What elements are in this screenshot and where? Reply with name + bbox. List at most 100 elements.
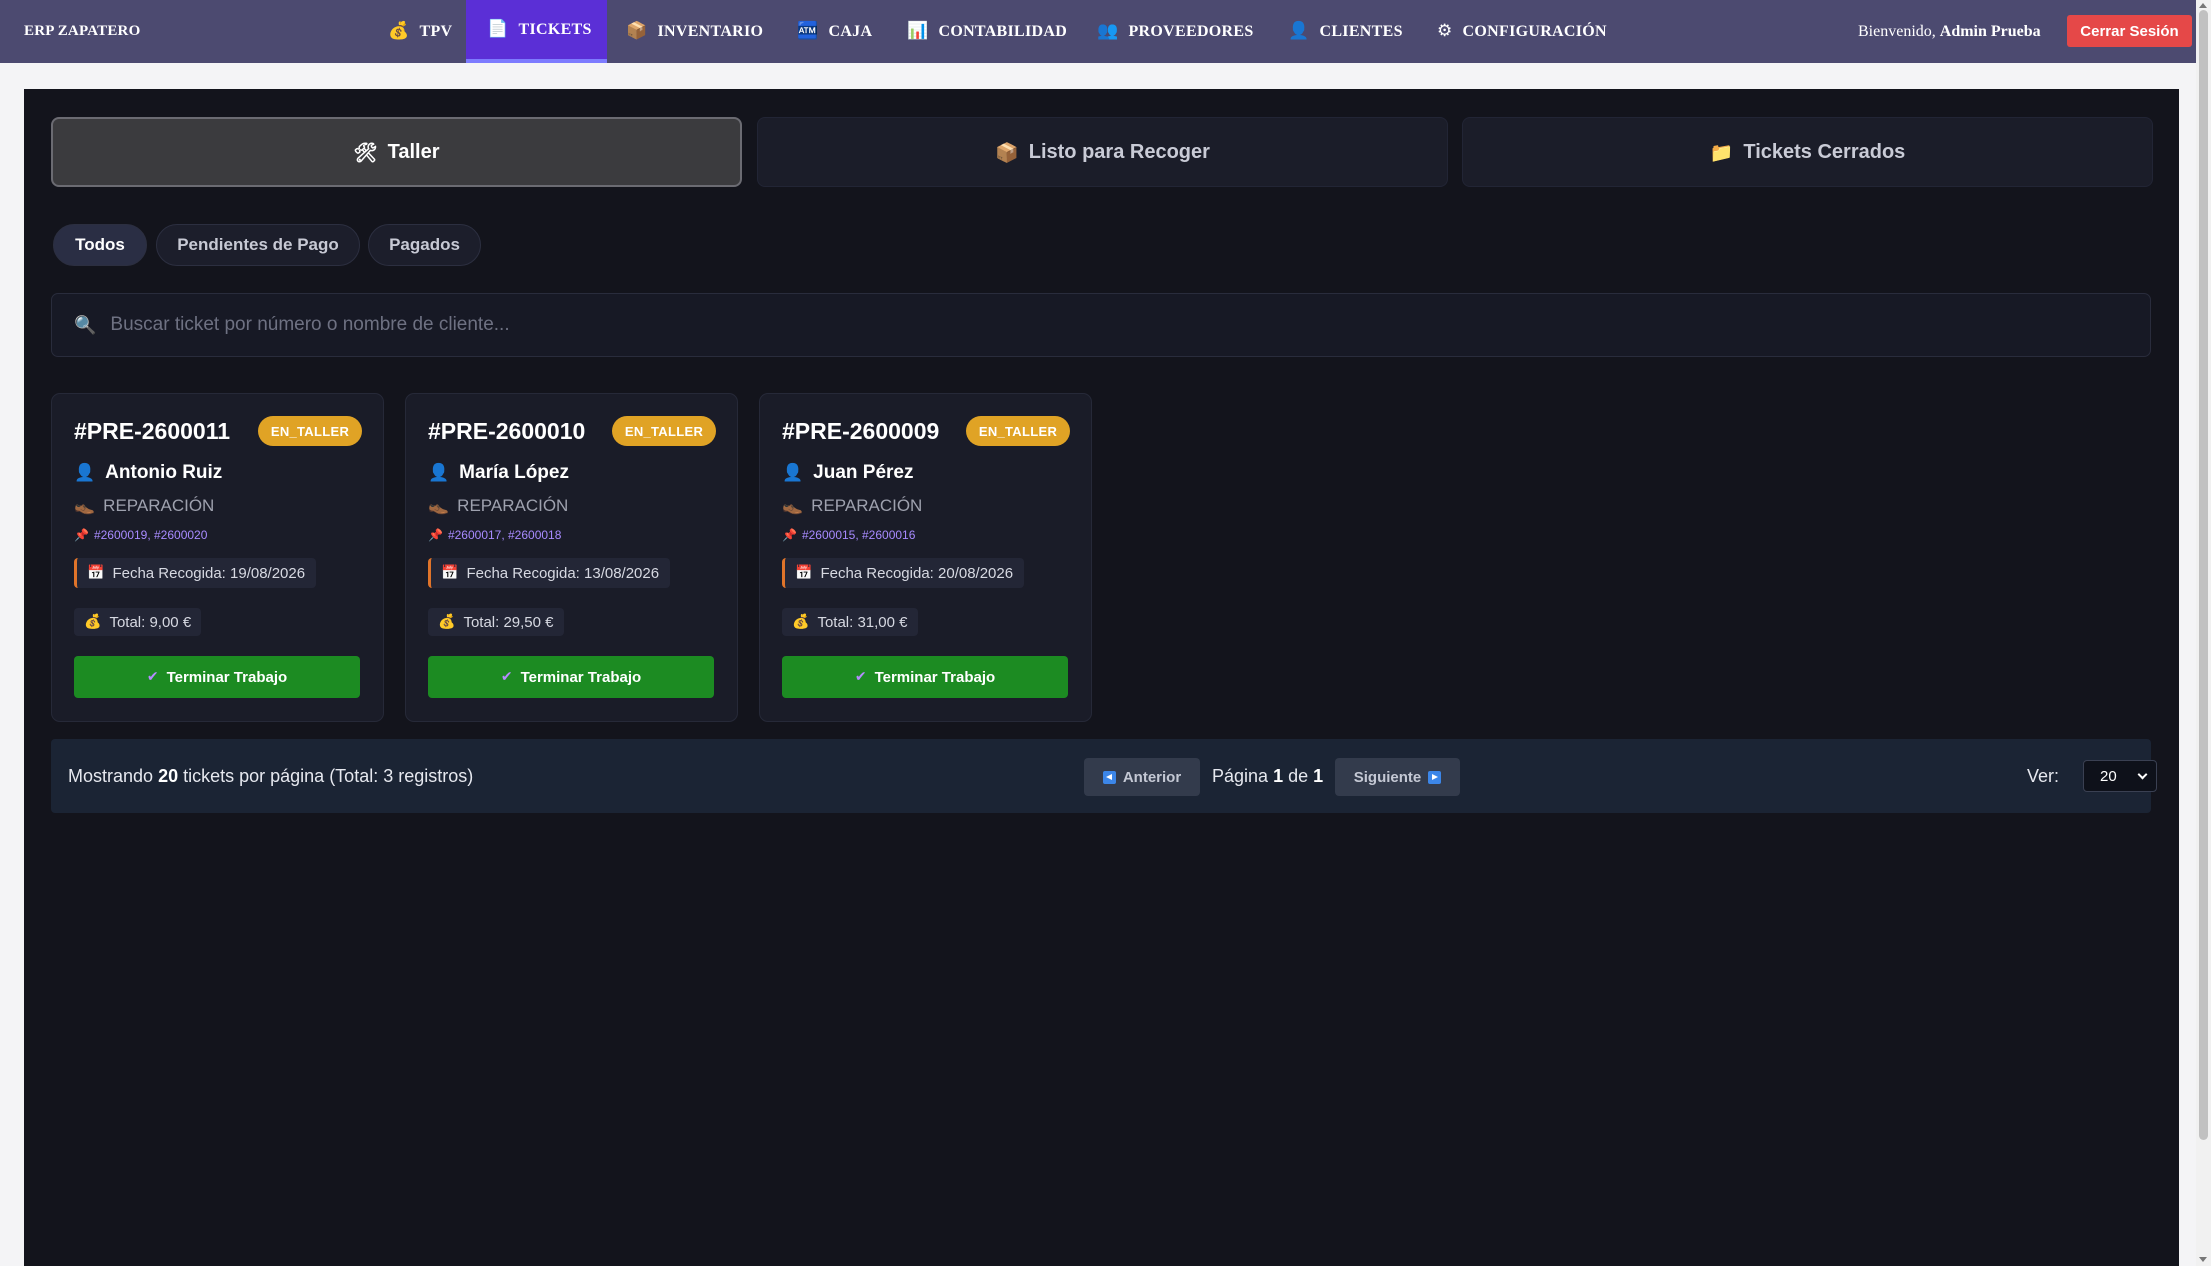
shoe-icon: 👞 [782,496,804,516]
calendar-icon: 📅 [87,565,105,581]
prev-page-button[interactable]: Anterior [1084,758,1200,796]
user-icon: 👤 [74,463,96,483]
nav-item-inventario[interactable]: 📦 INVENTARIO [626,0,763,63]
client-name: Antonio Ruiz [105,462,223,483]
status-badge: EN_TALLER [258,416,362,446]
current-user-name: Admin Prueba [1939,23,2041,40]
user-icon: 👤 [1288,21,1310,41]
page-scrollbar[interactable] [2196,0,2211,1266]
nav-item-label: CLIENTES [1319,22,1403,40]
nav-item-label: PROVEEDORES [1128,22,1254,40]
nav-item-label: CONTABILIDAD [938,22,1068,40]
filter-pagados[interactable]: Pagados [368,224,481,266]
pin-icon: 📌 [74,528,89,542]
nav-item-tpv[interactable]: 💰 TPV [388,0,452,63]
ticket-type: 👞 REPARACIÓN [428,496,568,516]
ticket-client: 👤 Antonio Ruiz [74,462,222,484]
arrow-left-icon [1102,770,1116,784]
welcome-message: Bienvenido, Admin Prueba [1858,0,2041,63]
ticket-card: #PRE-2600009 EN_TALLER 👤 Juan Pérez 👞 RE… [759,393,1092,722]
nav-item-caja[interactable]: 🏧 CAJA [797,0,872,63]
ticket-refs-text: #2600015, #2600016 [801,528,916,542]
ticket-type-label: REPARACIÓN [457,496,569,515]
money-bag-icon: 💰 [388,21,410,41]
gear-icon: ⚙ [1437,21,1453,41]
brand-logo-text[interactable]: ERP ZAPATERO [24,0,140,63]
per-page-value: 20 [2100,767,2117,785]
ticket-total: 💰 Total: 29,50 € [428,608,564,636]
nav-item-clientes[interactable]: 👤 CLIENTES [1288,0,1403,63]
ticket-card: #PRE-2600010 EN_TALLER 👤 María López 👞 R… [405,393,738,722]
nav-item-label: CAJA [828,22,873,40]
filter-pendientes-de-pago[interactable]: Pendientes de Pago [156,224,360,266]
tab-label: Tickets Cerrados [1743,140,1906,163]
nav-item-label: INVENTARIO [657,22,764,40]
finish-work-label: Terminar Trabajo [166,668,288,686]
pin-icon: 📌 [782,528,797,542]
package-icon: 📦 [995,141,1019,164]
ticket-total-text: Total: 29,50 € [463,613,554,631]
scroll-up-arrow-icon[interactable] [2199,3,2207,8]
nav-item-label: TPV [419,22,453,40]
next-page-button[interactable]: Siguiente [1335,758,1460,796]
ticket-number[interactable]: #PRE-2600010 [428,418,585,445]
search-icon: 🔍 [74,314,97,336]
document-icon: 📄 [487,19,509,39]
pin-icon: 📌 [428,528,443,542]
ticket-type-label: REPARACIÓN [103,496,215,515]
ticket-total-text: Total: 9,00 € [109,613,192,631]
money-bag-icon: 💰 [792,614,810,630]
pickup-date: 📅 Fecha Recogida: 13/08/2026 [428,558,671,588]
finish-work-button[interactable]: ✔ Terminar Trabajo [428,656,714,698]
nav-item-configuracion[interactable]: ⚙ CONFIGURACIÓN [1437,0,1607,63]
package-icon: 📦 [626,21,648,41]
welcome-prefix: Bienvenido, [1858,23,1936,40]
check-icon: ✔ [500,669,513,685]
pickup-date-text: Fecha Recogida: 20/08/2026 [820,564,1014,582]
nav-item-label: CONFIGURACIÓN [1462,22,1607,40]
tickets-main-panel: 🛠 Taller 📦 Listo para Recoger 📁 Tickets … [24,89,2179,1266]
arrow-right-icon [1428,770,1442,784]
ticket-client: 👤 María López [428,462,569,484]
pickup-date-text: Fecha Recogida: 13/08/2026 [466,564,660,582]
ticket-refs: 📌 #2600017, #2600018 [428,528,561,542]
money-bag-icon: 💰 [84,614,102,630]
search-input[interactable] [110,314,2061,336]
prev-page-label: Anterior [1122,768,1182,786]
tab-taller[interactable]: 🛠 Taller [51,117,742,187]
status-badge: EN_TALLER [612,416,716,446]
ticket-refs: 📌 #2600015, #2600016 [782,528,915,542]
next-page-label: Siguiente [1353,768,1422,786]
finish-work-button[interactable]: ✔ Terminar Trabajo [782,656,1068,698]
tab-listo-para-recoger[interactable]: 📦 Listo para Recoger [757,117,1448,187]
per-page-select[interactable]: 20 [2083,760,2157,792]
money-bag-icon: 💰 [438,614,456,630]
logout-button[interactable]: Cerrar Sesión [2067,15,2192,47]
search-bar: 🔍 [51,293,2151,357]
filter-todos[interactable]: Todos [53,224,147,266]
pagination-info: Mostrando 20 tickets por página (Total: … [68,739,473,813]
nav-item-contabilidad[interactable]: 📊 CONTABILIDAD [907,0,1067,63]
top-nav-bar: ERP ZAPATERO 💰 TPV 📄 TICKETS 📦 INVENTARI… [0,0,2196,63]
nav-item-tickets[interactable]: 📄 TICKETS [466,0,607,63]
ticket-number[interactable]: #PRE-2600011 [74,418,230,445]
ticket-number[interactable]: #PRE-2600009 [782,418,939,445]
finish-work-button[interactable]: ✔ Terminar Trabajo [74,656,360,698]
total-pages: 1 [1313,766,1324,786]
ticket-type-label: REPARACIÓN [811,496,923,515]
folder-icon: 📁 [1709,141,1734,164]
tools-icon: 🛠 [353,141,378,164]
user-icon: 👤 [782,463,804,483]
client-name: María López [459,462,569,483]
shoe-icon: 👞 [74,496,96,516]
ticket-type: 👞 REPARACIÓN [74,496,214,516]
tab-tickets-cerrados[interactable]: 📁 Tickets Cerrados [1462,117,2153,187]
scroll-down-arrow-icon[interactable] [2199,1257,2207,1262]
nav-item-proveedores[interactable]: 👥 PROVEEDORES [1097,0,1254,63]
shoe-icon: 👞 [428,496,450,516]
pickup-date: 📅 Fecha Recogida: 20/08/2026 [782,558,1025,588]
check-icon: ✔ [146,669,159,685]
check-icon: ✔ [854,669,867,685]
ticket-type: 👞 REPARACIÓN [782,496,922,516]
scroll-thumb[interactable] [2199,10,2208,1140]
